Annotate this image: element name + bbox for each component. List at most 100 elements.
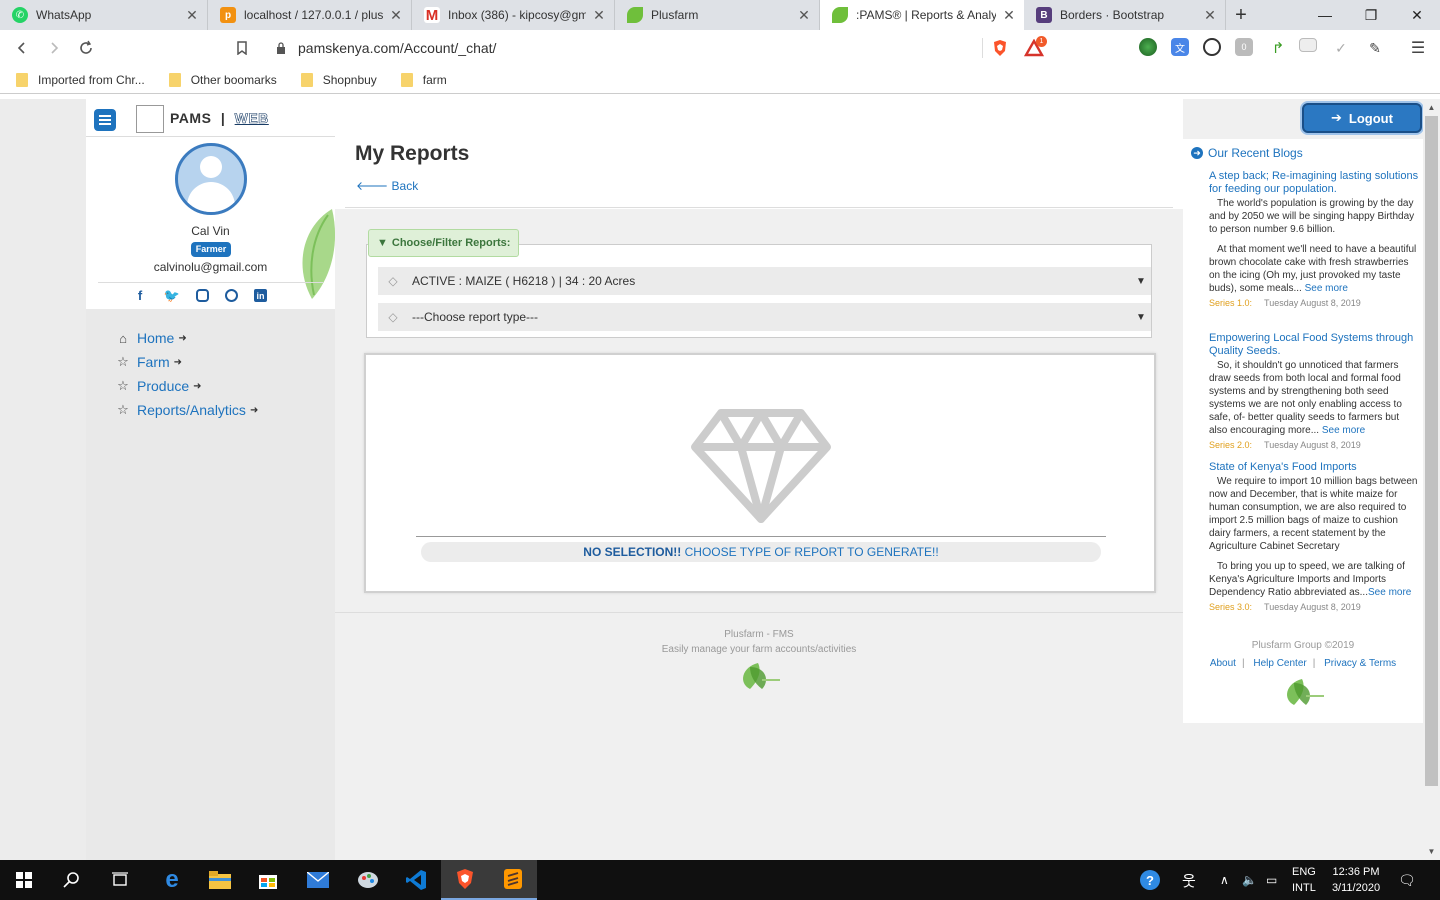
check-extension-icon[interactable]: ✓ bbox=[1331, 38, 1351, 58]
people-icon[interactable]: 웃 bbox=[1182, 860, 1196, 900]
see-more-link[interactable]: See more bbox=[1368, 587, 1411, 598]
file-explorer-icon[interactable] bbox=[196, 860, 244, 900]
tab-pams-reports[interactable]: :PAMS® | Reports & Analy ✕ bbox=[820, 0, 1024, 30]
diamond-icon: ◇ bbox=[388, 274, 398, 288]
linkedin-icon[interactable]: in bbox=[254, 289, 267, 302]
dribbble-icon[interactable] bbox=[225, 289, 238, 302]
reload-icon[interactable] bbox=[70, 32, 102, 64]
plusfarm-leaf-icon bbox=[832, 7, 848, 23]
vscode-icon[interactable] bbox=[392, 860, 440, 900]
translate-extension-icon[interactable]: 文 bbox=[1171, 38, 1189, 56]
chevron-up-icon[interactable]: ∧ bbox=[1220, 860, 1229, 900]
sidebar-item-produce[interactable]: ☆ Produce ➜ bbox=[116, 374, 258, 398]
notifications-icon[interactable]: 🗨 bbox=[1398, 860, 1416, 900]
close-icon[interactable]: ✕ bbox=[1203, 7, 1217, 24]
folder-icon bbox=[400, 72, 413, 87]
blog-post-title[interactable]: A step back; Re-imagining lasting soluti… bbox=[1209, 170, 1419, 196]
see-more-link[interactable]: See more bbox=[1322, 425, 1365, 436]
privacy-terms-link[interactable]: Privacy & Terms bbox=[1324, 658, 1396, 669]
network-icon[interactable]: ▭ bbox=[1266, 860, 1277, 900]
plusfarm-logo-icon bbox=[1287, 679, 1324, 705]
paint-icon[interactable] bbox=[344, 860, 392, 900]
minimize-button[interactable]: — bbox=[1302, 0, 1348, 30]
store-icon[interactable] bbox=[244, 860, 292, 900]
report-result-panel: NO SELECTION!! CHOOSE TYPE OF REPORT TO … bbox=[364, 353, 1156, 593]
help-center-link[interactable]: Help Center bbox=[1253, 658, 1306, 669]
volume-icon[interactable]: 🔈 bbox=[1242, 860, 1257, 900]
help-icon[interactable]: ? bbox=[1139, 860, 1161, 900]
bookmark-folder-shopnbuy[interactable]: Shopnbuy bbox=[300, 72, 377, 87]
logout-button[interactable]: ➔ Logout bbox=[1302, 103, 1422, 133]
tab-localhost[interactable]: p localhost / 127.0.0.1 / plusfa ✕ bbox=[208, 0, 412, 30]
main-footer: Plusfarm - FMS Easily manage your farm a… bbox=[335, 627, 1183, 691]
close-icon[interactable]: ✕ bbox=[1002, 7, 1016, 24]
menu-toggle-icon[interactable] bbox=[94, 109, 116, 131]
search-icon[interactable] bbox=[48, 860, 96, 900]
lock-icon bbox=[277, 42, 285, 54]
tab-plusfarm[interactable]: Plusfarm ✕ bbox=[615, 0, 820, 30]
sidebar-item-reports[interactable]: ☆ Reports/Analytics ➜ bbox=[116, 398, 258, 422]
instagram-icon[interactable] bbox=[196, 289, 209, 302]
blog-post-excerpt: To bring you up to speed, we are talking… bbox=[1209, 561, 1412, 598]
brave-shield-icon[interactable] bbox=[990, 38, 1010, 58]
whatsapp-icon: ✆ bbox=[12, 7, 28, 23]
tab-gmail[interactable]: M Inbox (386) - kipcosy@gma ✕ bbox=[412, 0, 615, 30]
spiral-extension-icon[interactable] bbox=[1203, 38, 1221, 56]
twitter-icon[interactable]: 🐦 bbox=[164, 288, 180, 304]
clock[interactable]: 12:36 PM 3/11/2020 bbox=[1328, 860, 1384, 900]
page-scrollbar[interactable]: ▲ ▼ bbox=[1423, 99, 1440, 860]
tab-whatsapp[interactable]: ✆ WhatsApp ✕ bbox=[0, 0, 208, 30]
tab-bootstrap[interactable]: B Borders · Bootstrap ✕ bbox=[1024, 0, 1226, 30]
restore-button[interactable]: ❐ bbox=[1348, 0, 1394, 30]
address-bar[interactable]: pamskenya.com/Account/_chat/ bbox=[268, 34, 982, 62]
main-content: My Reports 🡐 Back ◇ ACTIVE : MAIZE ( H62… bbox=[335, 99, 1183, 860]
filter-icon: ▼ bbox=[377, 237, 388, 249]
close-window-button[interactable]: ✕ bbox=[1394, 0, 1440, 30]
blog-post-title[interactable]: Empowering Local Food Systems through Qu… bbox=[1209, 332, 1419, 358]
close-icon[interactable]: ✕ bbox=[389, 7, 403, 24]
bookmark-folder-other[interactable]: Other boomarks bbox=[168, 72, 277, 87]
facebook-icon[interactable]: f bbox=[132, 288, 148, 304]
about-link[interactable]: About bbox=[1210, 658, 1236, 669]
counter-extension-icon[interactable]: 0 bbox=[1235, 38, 1253, 56]
task-view-icon[interactable] bbox=[96, 860, 144, 900]
brand-title[interactable]: PAMS | WEB bbox=[170, 110, 269, 127]
scroll-up-icon[interactable]: ▲ bbox=[1423, 99, 1440, 116]
see-more-link[interactable]: See more bbox=[1305, 283, 1348, 294]
close-icon[interactable]: ✕ bbox=[797, 7, 811, 24]
farm-select[interactable]: ◇ ACTIVE : MAIZE ( H6218 ) | 34 : 20 Acr… bbox=[378, 267, 1151, 295]
close-icon[interactable]: ✕ bbox=[185, 7, 199, 24]
sublime-text-icon[interactable] bbox=[489, 860, 537, 900]
bookmark-folder-imported[interactable]: Imported from Chr... bbox=[16, 72, 145, 87]
back-arrow-icon[interactable] bbox=[6, 32, 38, 64]
eyedropper-extension-icon[interactable]: ✎ bbox=[1365, 38, 1385, 58]
bookmark-folder-farm[interactable]: farm bbox=[400, 72, 447, 87]
report-type-select[interactable]: ◇ ---Choose report type--- ▼ bbox=[378, 303, 1151, 331]
role-badge: Farmer bbox=[191, 242, 231, 257]
brave-rewards-icon[interactable]: 1 bbox=[1024, 36, 1047, 58]
forward-arrow-icon[interactable] bbox=[38, 32, 70, 64]
input-language[interactable]: ENG INTL bbox=[1292, 860, 1316, 900]
mail-icon[interactable] bbox=[294, 860, 342, 900]
chevron-right-icon: ➜ bbox=[193, 380, 202, 392]
windows-start-icon[interactable] bbox=[0, 860, 48, 900]
image-extension-icon[interactable] bbox=[1299, 38, 1317, 52]
arrow-extension-icon[interactable]: ↱ bbox=[1268, 38, 1288, 58]
globe-extension-icon[interactable] bbox=[1139, 38, 1157, 56]
sidebar-item-home[interactable]: ⌂ Home ➜ bbox=[116, 326, 258, 350]
sidebar-item-farm[interactable]: ☆ Farm ➜ bbox=[116, 350, 258, 374]
blog-post-title[interactable]: State of Kenya's Food Imports bbox=[1209, 461, 1419, 474]
scroll-thumb[interactable] bbox=[1425, 116, 1438, 786]
bookmark-icon[interactable] bbox=[226, 32, 258, 64]
edge-icon[interactable]: e bbox=[148, 860, 196, 900]
new-tab-button[interactable]: + bbox=[1226, 0, 1256, 30]
blog-post-excerpt: At that moment we'll need to have a beau… bbox=[1209, 244, 1417, 294]
scroll-down-icon[interactable]: ▼ bbox=[1423, 843, 1440, 860]
browser-menu-icon[interactable]: ☰ bbox=[1408, 38, 1428, 58]
close-icon[interactable]: ✕ bbox=[592, 7, 606, 24]
chevron-right-icon: ➜ bbox=[178, 332, 187, 344]
divider bbox=[335, 612, 1183, 613]
back-link[interactable]: 🡐 Back bbox=[356, 178, 418, 193]
brave-browser-icon[interactable] bbox=[441, 860, 489, 900]
browser-tab-strip: ✆ WhatsApp ✕ p localhost / 127.0.0.1 / p… bbox=[0, 0, 1440, 30]
